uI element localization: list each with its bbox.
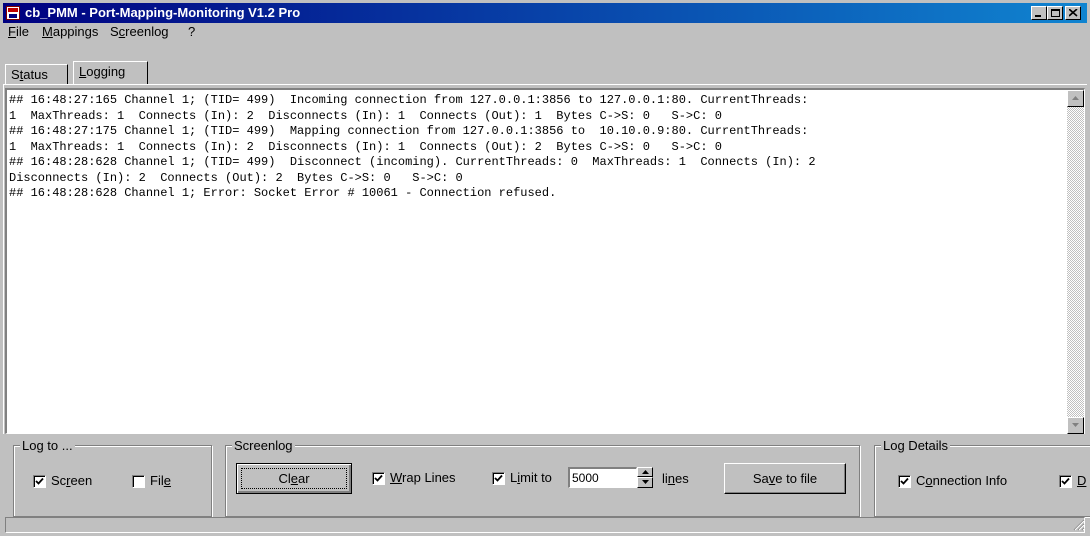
connection-info-checkbox[interactable]: Connection Info [898, 473, 1028, 489]
arrow-up-icon [642, 470, 649, 474]
log-to-group: Log to ... Screen File [13, 438, 212, 517]
menu-mappings-accel: M [42, 24, 53, 39]
detail-checkbox-box[interactable] [1059, 475, 1072, 488]
menu-screenlog[interactable]: Screenlog [108, 23, 171, 41]
check-icon [374, 474, 383, 482]
log-line: ## 16:48:27:165 Channel 1; (TID= 499) In… [9, 93, 809, 107]
limit-checkbox[interactable]: Limit to [492, 470, 572, 486]
status-bar [3, 517, 1087, 533]
scroll-up-button[interactable] [1067, 90, 1084, 107]
menu-screenlog-text: S [110, 24, 119, 39]
menu-help[interactable]: ? [186, 23, 197, 41]
connection-info-label: Connection Info [916, 473, 1008, 488]
menu-bar: File Mappings Screenlog ? [3, 23, 1087, 41]
tab-logging-text: ogging [86, 64, 126, 79]
menu-mappings[interactable]: Mappings [40, 23, 100, 41]
connection-info-checkbox-box[interactable] [898, 475, 911, 488]
log-line: ## 16:48:28:628 Channel 1; (TID= 499) Di… [9, 155, 816, 169]
main-window: cb_PMM - Port-Mapping-Monitoring V1.2 Pr… [0, 0, 1090, 536]
detail-checkbox[interactable]: D [1059, 473, 1089, 489]
vertical-scrollbar[interactable] [1067, 90, 1084, 434]
arrow-down-icon [642, 480, 649, 484]
file-checkbox-box[interactable] [132, 475, 145, 488]
window-title: cb_PMM - Port-Mapping-Monitoring V1.2 Pr… [25, 5, 301, 20]
close-button[interactable] [1065, 6, 1081, 20]
check-icon [494, 474, 503, 482]
screenlog-group: Screenlog Clear Wrap Lines Limit to 5000… [225, 438, 860, 517]
wrap-lines-checkbox[interactable]: Wrap Lines [372, 470, 482, 486]
scroll-down-button[interactable] [1067, 417, 1084, 434]
arrow-up-icon [1072, 96, 1079, 100]
resize-grip-icon[interactable] [1073, 519, 1085, 531]
focus-rect [241, 468, 347, 489]
app-icon[interactable] [6, 6, 20, 20]
clear-button[interactable]: Clear [236, 463, 352, 494]
limit-label: Limit to [510, 470, 552, 485]
screen-checkbox-box[interactable] [33, 475, 46, 488]
check-icon [1061, 477, 1070, 485]
detail-label: D [1077, 473, 1087, 488]
log-line: ## 16:48:27:175 Channel 1; (TID= 499) Ma… [9, 124, 809, 138]
minimize-button[interactable] [1031, 6, 1047, 20]
title-bar[interactable]: cb_PMM - Port-Mapping-Monitoring V1.2 Pr… [3, 3, 1087, 23]
log-details-legend: Log Details [881, 438, 951, 453]
menu-mappings-rest: appings [52, 24, 99, 39]
tab-status-text: S [11, 67, 20, 82]
menu-file-rest: ile [15, 24, 29, 39]
wrap-lines-checkbox-box[interactable] [372, 472, 385, 485]
log-line: ## 16:48:28:628 Channel 1; Error: Socket… [9, 186, 557, 200]
menu-help-text: ? [188, 24, 196, 39]
screen-checkbox[interactable]: Screen [33, 473, 113, 489]
check-icon [35, 477, 44, 485]
log-line: 1 MaxThreads: 1 Connects (In): 2 Disconn… [9, 139, 722, 154]
maximize-icon [1051, 9, 1060, 17]
wrap-lines-label: Wrap Lines [390, 470, 456, 485]
arrow-down-icon [1072, 423, 1079, 427]
spin-up-button[interactable] [637, 467, 653, 477]
menu-file-accel: F [8, 24, 16, 39]
limit-value-input[interactable]: 5000 [568, 467, 637, 488]
menu-file[interactable]: File [6, 23, 31, 41]
save-to-file-button[interactable]: Save to file [724, 463, 846, 494]
file-checkbox[interactable]: File [132, 473, 192, 489]
log-to-legend: Log to ... [20, 438, 75, 453]
log-line: 1 MaxThreads: 1 Connects (In): 2 Disconn… [9, 108, 722, 123]
maximize-button[interactable] [1047, 6, 1063, 20]
log-details-group: Log Details Connection Info D [874, 438, 1090, 517]
status-pane [5, 517, 1085, 533]
tab-logging[interactable]: Logging [73, 61, 148, 85]
screen-checkbox-label: Screen [51, 473, 93, 488]
log-content: ## 16:48:27:165 Channel 1; (TID= 499) In… [9, 93, 1059, 202]
log-line: Disconnects (In): 2 Connects (Out): 2 By… [9, 170, 463, 185]
limit-checkbox-box[interactable] [492, 472, 505, 485]
limit-spinner[interactable] [637, 467, 653, 488]
check-icon [900, 477, 909, 485]
minimize-icon [1035, 15, 1041, 17]
menu-screenlog-rest: reenlog [125, 24, 169, 39]
log-textarea[interactable]: ## 16:48:27:165 Channel 1; (TID= 499) In… [5, 88, 1085, 434]
close-icon [1069, 9, 1078, 17]
screenlog-legend: Screenlog [232, 438, 295, 453]
tab-status-rest: atus [23, 67, 48, 82]
tab-status[interactable]: Status [5, 64, 68, 84]
spin-down-button[interactable] [637, 477, 653, 488]
file-checkbox-label: File [150, 473, 171, 488]
lines-label: lines [662, 471, 689, 486]
